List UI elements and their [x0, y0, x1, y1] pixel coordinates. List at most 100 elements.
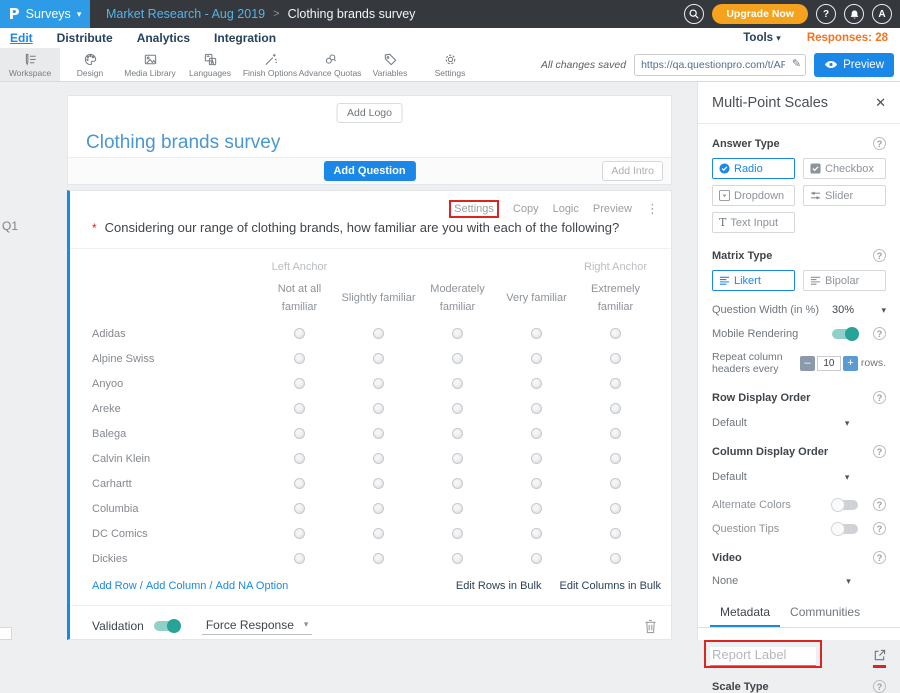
edit-columns-bulk-link[interactable]: Edit Columns in Bulk — [560, 580, 662, 592]
answer-type-checkbox[interactable]: Checkbox — [803, 158, 886, 179]
survey-url-input[interactable] — [634, 54, 806, 76]
toolbar-item-variables[interactable]: Variables — [360, 48, 420, 81]
column-header[interactable]: Not at all familiar — [260, 281, 339, 316]
column-header[interactable]: Extremely familiar — [576, 281, 655, 316]
stepper-minus-button[interactable]: – — [800, 356, 815, 371]
radio-option[interactable] — [373, 503, 384, 514]
radio-option[interactable] — [294, 403, 305, 414]
question-text[interactable]: Considering our range of clothing brands… — [105, 220, 620, 235]
survey-title[interactable]: Clothing brands survey — [86, 132, 280, 154]
row-label[interactable]: Anyoo — [92, 378, 260, 390]
matrix-type-bipolar[interactable]: Bipolar — [803, 270, 886, 291]
row-label[interactable]: Carhartt — [92, 478, 260, 490]
toolbar-item-settings[interactable]: Settings — [420, 48, 480, 81]
radio-option[interactable] — [531, 528, 542, 539]
toolbar-item-finish-options[interactable]: Finish Options — [240, 48, 300, 81]
add-na-option-link[interactable]: Add NA Option — [216, 580, 289, 592]
edit-url-pencil-icon[interactable]: ✎ — [792, 57, 801, 70]
row-label[interactable]: Alpine Swiss — [92, 353, 260, 365]
answer-type-radio[interactable]: Radio — [712, 158, 795, 179]
row-label[interactable]: Calvin Klein — [92, 453, 260, 465]
column-header[interactable]: Slightly familiar — [339, 290, 418, 308]
question-preview-link[interactable]: Preview — [593, 203, 632, 215]
tab-analytics[interactable]: Analytics — [137, 31, 190, 45]
toolbar-item-advance-quotas[interactable]: Advance Quotas — [300, 48, 360, 81]
surveys-menu[interactable]: P Surveys ▾ — [0, 0, 90, 28]
radio-option[interactable] — [610, 528, 621, 539]
radio-option[interactable] — [452, 478, 463, 489]
toolbar-item-languages[interactable]: Languages — [180, 48, 240, 81]
answer-type-text-input[interactable]: T Text Input — [712, 212, 795, 233]
question-tips-toggle[interactable] — [832, 524, 858, 534]
radio-option[interactable] — [294, 478, 305, 489]
radio-option[interactable] — [452, 353, 463, 364]
notifications-bell-icon[interactable] — [844, 4, 864, 24]
column-display-order-dropdown[interactable]: Default ▾ — [712, 471, 886, 483]
radio-option[interactable] — [610, 428, 621, 439]
radio-option[interactable] — [531, 378, 542, 389]
help-button[interactable]: ? — [816, 4, 836, 24]
radio-option[interactable] — [294, 353, 305, 364]
radio-option[interactable] — [452, 378, 463, 389]
alternate-colors-toggle[interactable] — [832, 500, 858, 510]
stepper-plus-button[interactable]: + — [843, 356, 858, 371]
help-icon[interactable]: ? — [873, 391, 886, 404]
tab-communities[interactable]: Communities — [780, 601, 870, 627]
radio-option[interactable] — [452, 553, 463, 564]
radio-option[interactable] — [531, 353, 542, 364]
row-label[interactable]: Columbia — [92, 503, 260, 515]
responses-count[interactable]: Responses: 28 — [807, 32, 888, 44]
help-icon[interactable]: ? — [873, 445, 886, 458]
row-label[interactable]: Balega — [92, 428, 260, 440]
question-settings-link[interactable]: Settings — [449, 200, 499, 218]
upgrade-now-button[interactable]: Upgrade Now — [712, 4, 808, 24]
radio-option[interactable] — [531, 453, 542, 464]
toolbar-item-media-library[interactable]: Media Library — [120, 48, 180, 81]
validation-toggle[interactable] — [154, 621, 180, 631]
open-external-icon[interactable] — [873, 649, 886, 668]
row-label[interactable]: DC Comics — [92, 528, 260, 540]
radio-option[interactable] — [373, 353, 384, 364]
question-width-value[interactable]: 30% — [832, 304, 854, 316]
radio-option[interactable] — [452, 528, 463, 539]
radio-option[interactable] — [373, 453, 384, 464]
add-logo-button[interactable]: Add Logo — [336, 103, 403, 123]
radio-option[interactable] — [610, 328, 621, 339]
radio-option[interactable] — [610, 503, 621, 514]
radio-option[interactable] — [294, 528, 305, 539]
validation-type-dropdown[interactable]: Force Response ▾ — [202, 618, 313, 635]
help-icon[interactable]: ? — [873, 137, 886, 150]
radio-option[interactable] — [452, 453, 463, 464]
radio-option[interactable] — [610, 353, 621, 364]
radio-option[interactable] — [373, 403, 384, 414]
report-label-input[interactable] — [710, 647, 816, 666]
add-intro-button[interactable]: Add Intro — [602, 161, 663, 181]
radio-option[interactable] — [373, 478, 384, 489]
radio-option[interactable] — [294, 553, 305, 564]
preview-button[interactable]: Preview — [814, 53, 894, 77]
radio-option[interactable] — [452, 328, 463, 339]
matrix-type-likert[interactable]: Likert — [712, 270, 795, 291]
tab-distribute[interactable]: Distribute — [57, 31, 113, 45]
help-icon[interactable]: ? — [873, 498, 886, 511]
radio-option[interactable] — [610, 478, 621, 489]
kebab-menu-icon[interactable]: ⋮ — [646, 201, 659, 217]
radio-option[interactable] — [531, 503, 542, 514]
radio-option[interactable] — [294, 453, 305, 464]
close-icon[interactable]: ✕ — [875, 95, 886, 111]
radio-option[interactable] — [373, 528, 384, 539]
help-icon[interactable]: ? — [873, 522, 886, 535]
radio-option[interactable] — [294, 503, 305, 514]
breadcrumb-folder[interactable]: Market Research - Aug 2019 — [106, 7, 265, 21]
answer-type-slider[interactable]: Slider — [803, 185, 886, 206]
add-column-link[interactable]: Add Column — [146, 580, 207, 592]
question-copy-link[interactable]: Copy — [513, 203, 539, 215]
question-logic-link[interactable]: Logic — [553, 203, 579, 215]
radio-option[interactable] — [531, 478, 542, 489]
edit-rows-bulk-link[interactable]: Edit Rows in Bulk — [456, 580, 542, 592]
radio-option[interactable] — [452, 503, 463, 514]
radio-option[interactable] — [610, 453, 621, 464]
help-icon[interactable]: ? — [873, 249, 886, 262]
row-display-order-dropdown[interactable]: Default ▾ — [712, 417, 886, 429]
radio-option[interactable] — [294, 328, 305, 339]
